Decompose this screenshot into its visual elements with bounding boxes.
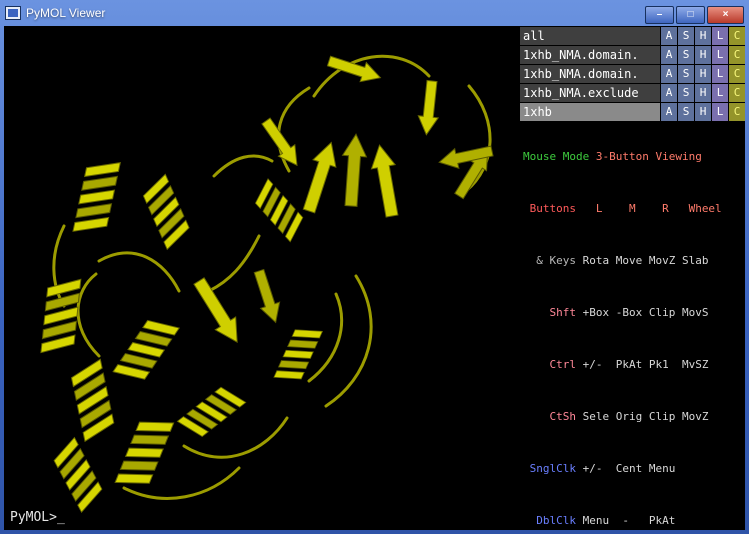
object-action-buttons: ASHLC xyxy=(660,84,745,102)
keys-row: & Keys Rota Move MovZ Slab xyxy=(523,254,743,267)
buttons-header-line: Buttons L M R Wheel xyxy=(523,202,743,215)
protein-structure xyxy=(4,26,520,530)
object-row[interactable]: 1xhb_NMA.domain. ASHLC xyxy=(520,65,745,83)
double-click-row: DblClk Menu - PkAt xyxy=(523,514,743,527)
single-click-row: SnglClk +/- Cent Menu xyxy=(523,462,743,475)
object-row[interactable]: 1xhb_NMA.domain. ASHLC xyxy=(520,46,745,64)
object-name[interactable]: 1xhb_NMA.domain. xyxy=(520,46,660,64)
maximize-button[interactable]: □ xyxy=(676,6,705,24)
object-row[interactable]: all ASHLC xyxy=(520,27,745,45)
window-title: PyMOL Viewer xyxy=(26,6,105,20)
panel-button-h[interactable]: H xyxy=(695,46,711,64)
panel-button-h[interactable]: H xyxy=(695,103,711,121)
pymol-window: PyMOL Viewer – □ × xyxy=(0,0,749,534)
viewport-3d[interactable]: PyMOL>_ xyxy=(4,26,520,530)
window-content: PyMOL>_ all ASHLC 1xhb_NMA.domain. ASHLC… xyxy=(4,26,745,530)
side-panel: all ASHLC 1xhb_NMA.domain. ASHLC 1xhb_NM… xyxy=(520,26,745,530)
panel-button-c[interactable]: C xyxy=(729,84,745,102)
panel-button-l[interactable]: L xyxy=(712,46,728,64)
titlebar[interactable]: PyMOL Viewer – □ × xyxy=(0,0,749,26)
close-button[interactable]: × xyxy=(707,6,744,24)
panel-button-a[interactable]: A xyxy=(661,65,677,83)
object-action-buttons: ASHLC xyxy=(660,27,745,45)
panel-button-a[interactable]: A xyxy=(661,84,677,102)
ctrl-shift-row: CtSh Sele Orig Clip MovZ xyxy=(523,410,743,423)
panel-button-a[interactable]: A xyxy=(661,27,677,45)
panel-button-s[interactable]: S xyxy=(678,46,694,64)
window-controls: – □ × xyxy=(645,3,744,24)
panel-button-l[interactable]: L xyxy=(712,27,728,45)
mouse-mode-line[interactable]: Mouse Mode 3-Button Viewing xyxy=(523,150,743,163)
panel-button-l[interactable]: L xyxy=(712,65,728,83)
app-icon xyxy=(5,6,21,20)
panel-button-c[interactable]: C xyxy=(729,46,745,64)
object-list: all ASHLC 1xhb_NMA.domain. ASHLC 1xhb_NM… xyxy=(520,26,745,122)
object-name[interactable]: all xyxy=(520,27,660,45)
object-action-buttons: ASHLC xyxy=(660,46,745,64)
panel-button-a[interactable]: A xyxy=(661,103,677,121)
panel-button-s[interactable]: S xyxy=(678,27,694,45)
panel-button-h[interactable]: H xyxy=(695,84,711,102)
panel-button-l[interactable]: L xyxy=(712,84,728,102)
panel-button-s[interactable]: S xyxy=(678,84,694,102)
object-name[interactable]: 1xhb_NMA.exclude xyxy=(520,84,660,102)
minimize-button[interactable]: – xyxy=(645,6,674,24)
panel-button-l[interactable]: L xyxy=(712,103,728,121)
object-action-buttons: ASHLC xyxy=(660,103,745,121)
command-prompt[interactable]: PyMOL>_ xyxy=(10,510,65,525)
object-row[interactable]: 1xhb ASHLC xyxy=(520,103,745,121)
panel-button-h[interactable]: H xyxy=(695,65,711,83)
object-name[interactable]: 1xhb_NMA.domain. xyxy=(520,65,660,83)
panel-button-a[interactable]: A xyxy=(661,46,677,64)
panel-button-c[interactable]: C xyxy=(729,103,745,121)
shift-row: Shft +Box -Box Clip MovS xyxy=(523,306,743,319)
panel-button-c[interactable]: C xyxy=(729,65,745,83)
object-action-buttons: ASHLC xyxy=(660,65,745,83)
panel-button-h[interactable]: H xyxy=(695,27,711,45)
ctrl-row: Ctrl +/- PkAt Pk1 MvSZ xyxy=(523,358,743,371)
mouse-mode-panel: Mouse Mode 3-Button Viewing Buttons L M … xyxy=(520,122,745,534)
object-name[interactable]: 1xhb xyxy=(520,103,660,121)
object-row[interactable]: 1xhb_NMA.exclude ASHLC xyxy=(520,84,745,102)
panel-button-c[interactable]: C xyxy=(729,27,745,45)
panel-button-s[interactable]: S xyxy=(678,65,694,83)
panel-button-s[interactable]: S xyxy=(678,103,694,121)
